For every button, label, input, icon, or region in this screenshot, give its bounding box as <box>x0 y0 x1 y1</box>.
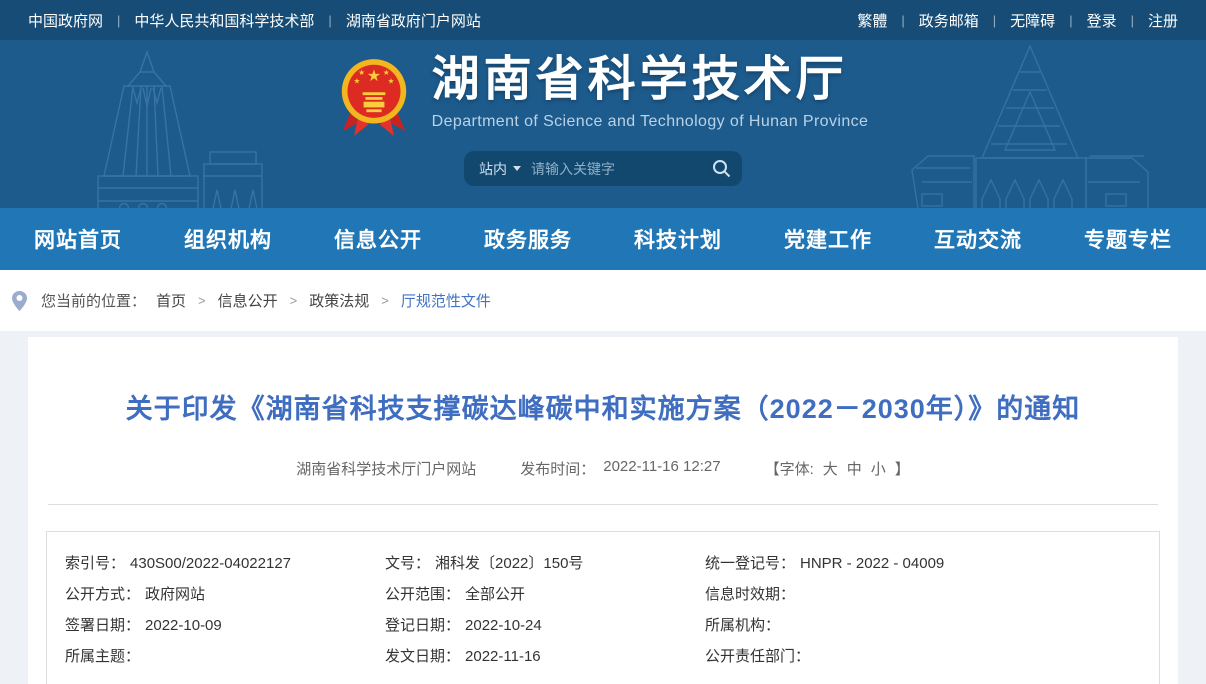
search-icon <box>712 159 731 178</box>
breadcrumb-label: 您当前的位置： <box>41 290 146 311</box>
site-title: 湖南省科学技术厅 <box>432 54 869 107</box>
publish-time-value: 2022-11-16 12:27 <box>603 458 720 479</box>
nav-organization[interactable]: 组织机构 <box>184 224 272 254</box>
site-search: 站内 <box>464 151 742 186</box>
info-signing-date: 签署日期：2022-10-09 <box>65 610 385 641</box>
article-card: 关于印发《湖南省科技支撑碳达峰碳中和实施方案（2022－2030年）》的通知 湖… <box>28 337 1178 684</box>
national-emblem-logo: ★ ★ ★ ★ ★ <box>338 54 410 140</box>
link-login[interactable]: 登录 <box>1087 10 1117 31</box>
meta-divider <box>48 504 1158 505</box>
search-input[interactable] <box>531 161 712 177</box>
font-size-suffix: 】 <box>895 458 910 479</box>
breadcrumb-separator: > <box>290 293 298 308</box>
font-size-medium-button[interactable]: 中 <box>847 458 862 479</box>
breadcrumb-current[interactable]: 厅规范性文件 <box>401 290 491 311</box>
top-utility-bar: 中国政府网 | 中华人民共和国科学技术部 | 湖南省政府门户网站 繁體 | 政务… <box>0 0 1206 40</box>
search-scope-dropdown[interactable]: 站内 <box>479 159 521 179</box>
link-accessibility[interactable]: 无障碍 <box>1010 10 1055 31</box>
breadcrumb-information-disclosure[interactable]: 信息公开 <box>218 290 278 311</box>
table-row: 所属主题： 发文日期：2022-11-16 公开责任部门： <box>65 641 1159 672</box>
article-meta: 湖南省科学技术厅门户网站 发布时间： 2022-11-16 12:27 【字体:… <box>28 458 1178 479</box>
document-info-table: 索引号：430S00/2022-04022127 文号：湘科发〔2022〕150… <box>46 531 1160 684</box>
topbar-left-links: 中国政府网 | 中华人民共和国科学技术部 | 湖南省政府门户网站 <box>28 10 481 31</box>
table-row: 索引号：430S00/2022-04022127 文号：湘科发〔2022〕150… <box>65 548 1159 579</box>
font-size-small-button[interactable]: 小 <box>871 458 886 479</box>
info-document-number: 文号：湘科发〔2022〕150号 <box>385 548 705 579</box>
site-header: ★ ★ ★ ★ ★ 湖南省科学技术厅 Department of Science… <box>0 40 1206 208</box>
link-hunan-gov[interactable]: 湖南省政府门户网站 <box>346 10 481 31</box>
link-register[interactable]: 注册 <box>1148 10 1178 31</box>
info-issue-date: 发文日期：2022-11-16 <box>385 641 705 672</box>
separator: | <box>1131 13 1134 28</box>
info-subject: 所属主题： <box>65 641 385 672</box>
nav-sci-tech-programs[interactable]: 科技计划 <box>634 224 722 254</box>
info-affiliated-agency: 所属机构： <box>705 610 1159 641</box>
location-pin-icon <box>12 291 27 311</box>
info-validity-period: 信息时效期： <box>705 579 1159 610</box>
info-responsible-department: 公开责任部门： <box>705 641 1159 672</box>
link-traditional-chinese[interactable]: 繁體 <box>857 10 887 31</box>
info-registration-date: 登记日期：2022-10-24 <box>385 610 705 641</box>
topbar-right-links: 繁體 | 政务邮箱 | 无障碍 | 登录 | 注册 <box>857 10 1178 31</box>
link-gov-mail[interactable]: 政务邮箱 <box>919 10 979 31</box>
article-source: 湖南省科学技术厅门户网站 <box>296 458 476 479</box>
nav-interaction[interactable]: 互动交流 <box>934 224 1022 254</box>
info-disclosure-method: 公开方式：政府网站 <box>65 579 385 610</box>
info-unified-registration-number: 统一登记号：HNPR - 2022 - 04009 <box>705 548 1159 579</box>
separator: | <box>1069 13 1072 28</box>
article-title: 关于印发《湖南省科技支撑碳达峰碳中和实施方案（2022－2030年）》的通知 <box>28 337 1178 426</box>
nav-government-services[interactable]: 政务服务 <box>484 224 572 254</box>
search-button[interactable] <box>712 159 731 178</box>
breadcrumb-separator: > <box>381 293 389 308</box>
svg-text:★: ★ <box>353 77 360 86</box>
nav-information-disclosure[interactable]: 信息公开 <box>334 224 422 254</box>
font-size-prefix: 【字体: <box>765 458 814 479</box>
breadcrumb-separator: > <box>198 293 206 308</box>
table-row: 签署日期：2022-10-09 登记日期：2022-10-24 所属机构： <box>65 610 1159 641</box>
breadcrumb-policies[interactable]: 政策法规 <box>309 290 369 311</box>
main-navigation: 网站首页 组织机构 信息公开 政务服务 科技计划 党建工作 互动交流 专题专栏 <box>0 208 1206 270</box>
separator: | <box>328 13 331 28</box>
svg-text:★: ★ <box>366 67 380 85</box>
nav-home[interactable]: 网站首页 <box>34 224 122 254</box>
brand-block: ★ ★ ★ ★ ★ 湖南省科学技术厅 Department of Science… <box>0 40 1206 140</box>
font-size-large-button[interactable]: 大 <box>823 458 838 479</box>
site-subtitle: Department of Science and Technology of … <box>432 113 869 131</box>
info-index-number: 索引号：430S00/2022-04022127 <box>65 548 385 579</box>
nav-party-building[interactable]: 党建工作 <box>784 224 872 254</box>
breadcrumb: 您当前的位置： 首页 > 信息公开 > 政策法规 > 厅规范性文件 <box>0 270 1206 331</box>
separator: | <box>901 13 904 28</box>
separator: | <box>993 13 996 28</box>
nav-special-columns[interactable]: 专题专栏 <box>1084 224 1172 254</box>
info-disclosure-scope: 公开范围：全部公开 <box>385 579 705 610</box>
svg-text:★: ★ <box>387 77 394 86</box>
separator: | <box>117 13 120 28</box>
table-row: 公开方式：政府网站 公开范围：全部公开 信息时效期： <box>65 579 1159 610</box>
link-china-gov[interactable]: 中国政府网 <box>28 10 103 31</box>
breadcrumb-home[interactable]: 首页 <box>156 290 186 311</box>
publish-time-label: 发布时间： <box>520 458 595 479</box>
link-most[interactable]: 中华人民共和国科学技术部 <box>134 10 314 31</box>
chevron-down-icon <box>513 166 521 171</box>
font-size-control: 【字体: 大 中 小 】 <box>765 458 910 479</box>
search-scope-label: 站内 <box>479 159 507 179</box>
